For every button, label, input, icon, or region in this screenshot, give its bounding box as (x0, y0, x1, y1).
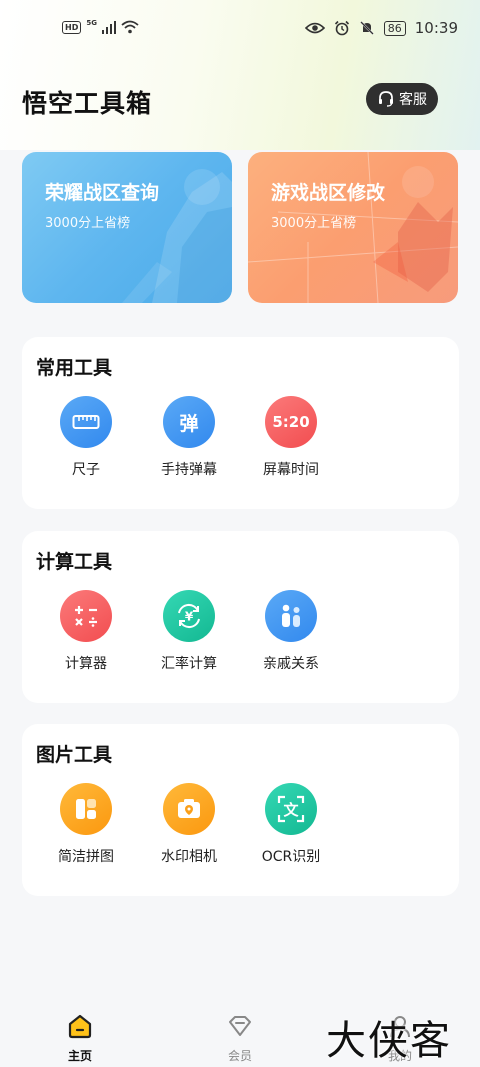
customer-service-button[interactable]: 客服 (366, 83, 438, 115)
status-time: 10:39 (414, 19, 458, 37)
hd-badge: HD (62, 20, 82, 34)
banner-game-region-modify[interactable]: 游戏战区修改 3000分上省榜 (248, 152, 458, 303)
tool-label: 亲戚关系 (263, 656, 319, 672)
clock-icon: 5:20 (265, 396, 317, 448)
tool-label: 水印相机 (161, 849, 217, 865)
currency-exchange-icon: ¥ (163, 590, 215, 642)
ruler-icon (60, 396, 112, 448)
eye-icon (304, 22, 325, 34)
banner-title: 荣耀战区查询 (45, 182, 160, 204)
watermark-logo: 大侠客 (326, 1018, 452, 1064)
tool-ruler[interactable]: 尺子 (41, 396, 131, 479)
wifi-icon (121, 20, 140, 34)
tool-label: 手持弹幕 (161, 462, 217, 478)
home-icon (68, 1014, 92, 1039)
tool-label: 尺子 (72, 462, 100, 478)
customer-service-label: 客服 (399, 92, 427, 108)
status-left: HD 5G (62, 19, 140, 34)
status-right: 86 10:39 (304, 19, 458, 37)
tool-label: 简洁拼图 (58, 849, 114, 865)
signal-icon (101, 20, 117, 34)
nav-member[interactable]: 会员 (210, 1012, 270, 1064)
relatives-icon (265, 590, 317, 642)
nav-label: 主页 (67, 1049, 92, 1063)
camera-icon (163, 783, 215, 835)
tool-label: OCR识别 (261, 849, 321, 865)
banner-honor-query[interactable]: 荣耀战区查询 3000分上省榜 (22, 152, 232, 303)
mute-bell-icon (359, 21, 374, 35)
diamond-icon (229, 1016, 251, 1036)
tool-screen-time[interactable]: 5:20 屏幕时间 (246, 396, 336, 479)
tool-relatives[interactable]: 亲戚关系 (246, 590, 336, 673)
section-title: 图片工具 (36, 744, 113, 766)
section-title: 常用工具 (36, 357, 113, 379)
tool-watermark-camera[interactable]: 水印相机 (144, 783, 234, 866)
banner-subtitle: 3000分上省榜 (45, 216, 131, 231)
tool-exchange-rate[interactable]: ¥ 汇率计算 (144, 590, 234, 673)
nav-label: 会员 (227, 1049, 252, 1063)
tool-collage[interactable]: 简洁拼图 (41, 783, 131, 866)
tool-label: 汇率计算 (161, 656, 217, 672)
ocr-glyph: 文 (283, 800, 299, 819)
ocr-icon: 文 (265, 783, 317, 835)
section-common-tools: 常用工具 尺子 弹 手持弹幕 5:20 屏幕时间 (22, 337, 459, 509)
collage-icon (60, 783, 112, 835)
battery-icon: 86 (383, 20, 406, 36)
app-title: 悟空工具箱 (22, 89, 153, 118)
tool-label: 计算器 (65, 656, 107, 672)
tool-danmu[interactable]: 弹 手持弹幕 (144, 396, 234, 479)
alarm-icon (334, 20, 349, 36)
banner-title: 游戏战区修改 (271, 182, 386, 204)
network-type: 5G (86, 19, 97, 27)
headset-icon (379, 91, 393, 107)
section-calculation-tools: 计算工具 计算器 ¥ 汇率计算 亲戚关系 (22, 531, 459, 703)
tool-label: 屏幕时间 (263, 462, 319, 478)
section-title: 计算工具 (36, 551, 113, 573)
danmu-icon: 弹 (163, 396, 215, 448)
status-bar: HD 5G 86 10:39 (0, 0, 480, 60)
tool-ocr[interactable]: 文 OCR识别 (246, 783, 336, 866)
svg-text:¥: ¥ (185, 610, 194, 624)
calculator-icon (60, 590, 112, 642)
banner-subtitle: 3000分上省榜 (271, 216, 357, 231)
nav-home[interactable]: 主页 (50, 1012, 110, 1064)
section-image-tools: 图片工具 简洁拼图 水印相机 文 OCR识别 (22, 724, 459, 896)
tool-calculator[interactable]: 计算器 (41, 590, 131, 673)
